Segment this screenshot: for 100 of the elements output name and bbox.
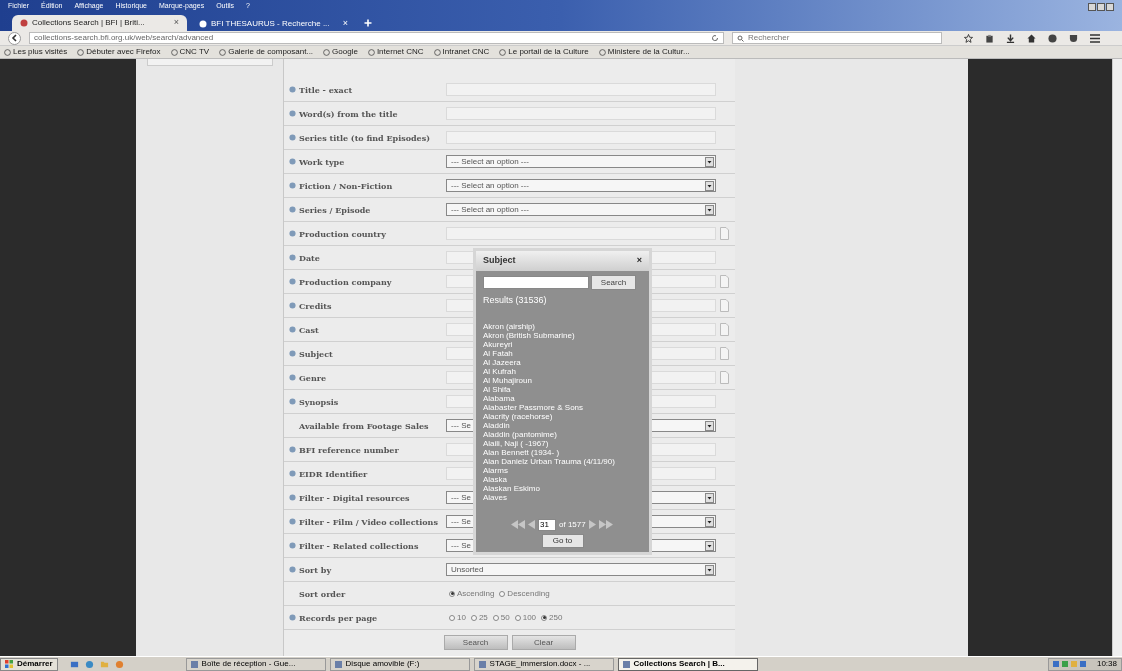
- radio-option[interactable]: 25: [470, 611, 488, 624]
- bookmark-item[interactable]: Intranet CNC: [433, 47, 490, 57]
- radio-option[interactable]: Ascending: [449, 587, 495, 600]
- bookmark-item[interactable]: Internet CNC: [367, 47, 424, 57]
- radio-option[interactable]: 100: [514, 611, 537, 624]
- taskbar-button[interactable]: Collections Search | B...: [617, 657, 758, 671]
- radio-button[interactable]: [492, 614, 499, 621]
- help-bullet-icon[interactable]: [289, 446, 296, 453]
- previous-page-icon[interactable]: [528, 520, 535, 529]
- go-to-button[interactable]: Go to: [541, 533, 584, 548]
- help-bullet-icon[interactable]: [289, 158, 296, 165]
- search-button[interactable]: Search: [591, 275, 636, 290]
- clipboard-icon[interactable]: [985, 33, 994, 43]
- text-field[interactable]: [446, 107, 716, 120]
- close-button[interactable]: ×: [636, 254, 642, 268]
- radio-option[interactable]: Descending: [499, 587, 550, 600]
- address-field[interactable]: collections-search.bfi.org.uk/web/search/advanced: [29, 32, 724, 44]
- back-button[interactable]: [8, 31, 21, 45]
- text-field[interactable]: [446, 131, 716, 144]
- home-icon[interactable]: [1027, 33, 1036, 43]
- help-bullet-icon[interactable]: [289, 374, 296, 381]
- help-bullet-icon[interactable]: [289, 350, 296, 357]
- dropdown[interactable]: --- Select an option ---: [446, 203, 716, 216]
- field-label: Title - exact: [299, 83, 353, 96]
- help-bullet-icon[interactable]: [289, 614, 296, 621]
- start-button[interactable]: Démarrer: [0, 657, 58, 671]
- browser-tab[interactable]: BFI THESAURUS - Recherche ... ×: [191, 17, 356, 31]
- form-button[interactable]: Search: [443, 635, 508, 650]
- dropdown[interactable]: Unsorted: [446, 563, 716, 576]
- help-bullet-icon[interactable]: [289, 110, 296, 117]
- help-bullet-icon[interactable]: [289, 134, 296, 141]
- radio-option[interactable]: 50: [492, 611, 510, 624]
- bookmark-item[interactable]: Les plus visités: [4, 47, 68, 57]
- radio-button[interactable]: [449, 614, 455, 621]
- radio-option[interactable]: 250: [541, 611, 563, 624]
- tab-close-button[interactable]: ×: [173, 16, 179, 30]
- page-field[interactable]: 31: [538, 518, 556, 531]
- help-bullet-icon[interactable]: [289, 302, 296, 309]
- bookmark-item[interactable]: Google: [323, 47, 358, 57]
- taskbar-button[interactable]: STAGE_immersion.docx - ...: [473, 657, 614, 671]
- help-bullet-icon[interactable]: [289, 518, 296, 525]
- radio-button[interactable]: [514, 614, 521, 621]
- help-bullet-icon[interactable]: [289, 398, 296, 405]
- help-bullet-icon[interactable]: [289, 566, 296, 573]
- new-tab-icon[interactable]: [364, 19, 372, 27]
- form-button[interactable]: Clear: [511, 635, 576, 650]
- circle-icon[interactable]: [114, 659, 124, 669]
- document-icon[interactable]: [720, 323, 729, 336]
- taskbar-button[interactable]: Boîte de réception - Gue...: [185, 657, 326, 671]
- maximize-button[interactable]: [1097, 2, 1105, 11]
- bookmark-item[interactable]: Ministere de la Cultur...: [598, 47, 690, 57]
- search-field[interactable]: Rechercher: [732, 32, 942, 44]
- text-field[interactable]: [446, 83, 716, 96]
- globe-icon[interactable]: [84, 659, 94, 669]
- tab-close-button[interactable]: ×: [342, 17, 348, 31]
- radio-option[interactable]: 10: [449, 611, 466, 624]
- close-button[interactable]: [1106, 2, 1114, 11]
- help-bullet-icon[interactable]: [289, 542, 296, 549]
- pocket-icon[interactable]: [1069, 33, 1078, 43]
- bookmark-item[interactable]: Galerie de composant...: [219, 47, 314, 57]
- help-bullet-icon[interactable]: [289, 86, 296, 93]
- bookmark-item[interactable]: Le portail de la Culture: [499, 47, 589, 57]
- help-bullet-icon[interactable]: [289, 494, 296, 501]
- radio-button[interactable]: [470, 614, 477, 621]
- globe-icon: [77, 48, 85, 56]
- star-icon[interactable]: [964, 33, 973, 43]
- reload-icon[interactable]: [711, 34, 719, 42]
- dropdown[interactable]: --- Select an option ---: [446, 155, 716, 168]
- radio-button[interactable]: [449, 590, 455, 597]
- taskbar-button[interactable]: Disque amovible (F:): [329, 657, 470, 671]
- document-icon[interactable]: [720, 227, 729, 240]
- radio-button[interactable]: [499, 590, 506, 597]
- bookmark-item[interactable]: CNC TV: [170, 47, 210, 57]
- first-page-icon[interactable]: [511, 520, 525, 529]
- search-input[interactable]: Rechercher: [748, 33, 937, 43]
- dropdown[interactable]: --- Select an option ---: [446, 179, 716, 192]
- document-icon[interactable]: [720, 347, 729, 360]
- help-bullet-icon[interactable]: [289, 326, 296, 333]
- menu-icon[interactable]: [1090, 33, 1100, 43]
- document-icon[interactable]: [720, 275, 729, 288]
- help-bullet-icon[interactable]: [289, 182, 296, 189]
- help-bullet-icon[interactable]: [289, 278, 296, 285]
- last-page-icon[interactable]: [598, 520, 613, 529]
- help-bullet-icon[interactable]: [289, 254, 296, 261]
- document-icon[interactable]: [720, 299, 729, 312]
- browser-tab[interactable]: Collections Search | BFI | Briti... ×: [12, 15, 187, 31]
- text-field[interactable]: [446, 227, 716, 240]
- help-bullet-icon[interactable]: [289, 470, 296, 477]
- radio-button[interactable]: [541, 614, 548, 621]
- download-icon[interactable]: [1006, 33, 1015, 43]
- help-bullet-icon[interactable]: [289, 230, 296, 237]
- next-page-icon[interactable]: [588, 520, 596, 529]
- help-bullet-icon[interactable]: [289, 206, 296, 213]
- bookmark-item[interactable]: Débuter avec Firefox: [77, 47, 161, 57]
- search-field[interactable]: [483, 276, 589, 289]
- scrollbar[interactable]: [1112, 59, 1122, 656]
- minimize-button[interactable]: [1088, 2, 1096, 11]
- document-icon[interactable]: [720, 371, 729, 384]
- folder-icon[interactable]: [99, 659, 109, 669]
- desktop-icon[interactable]: [69, 659, 79, 669]
